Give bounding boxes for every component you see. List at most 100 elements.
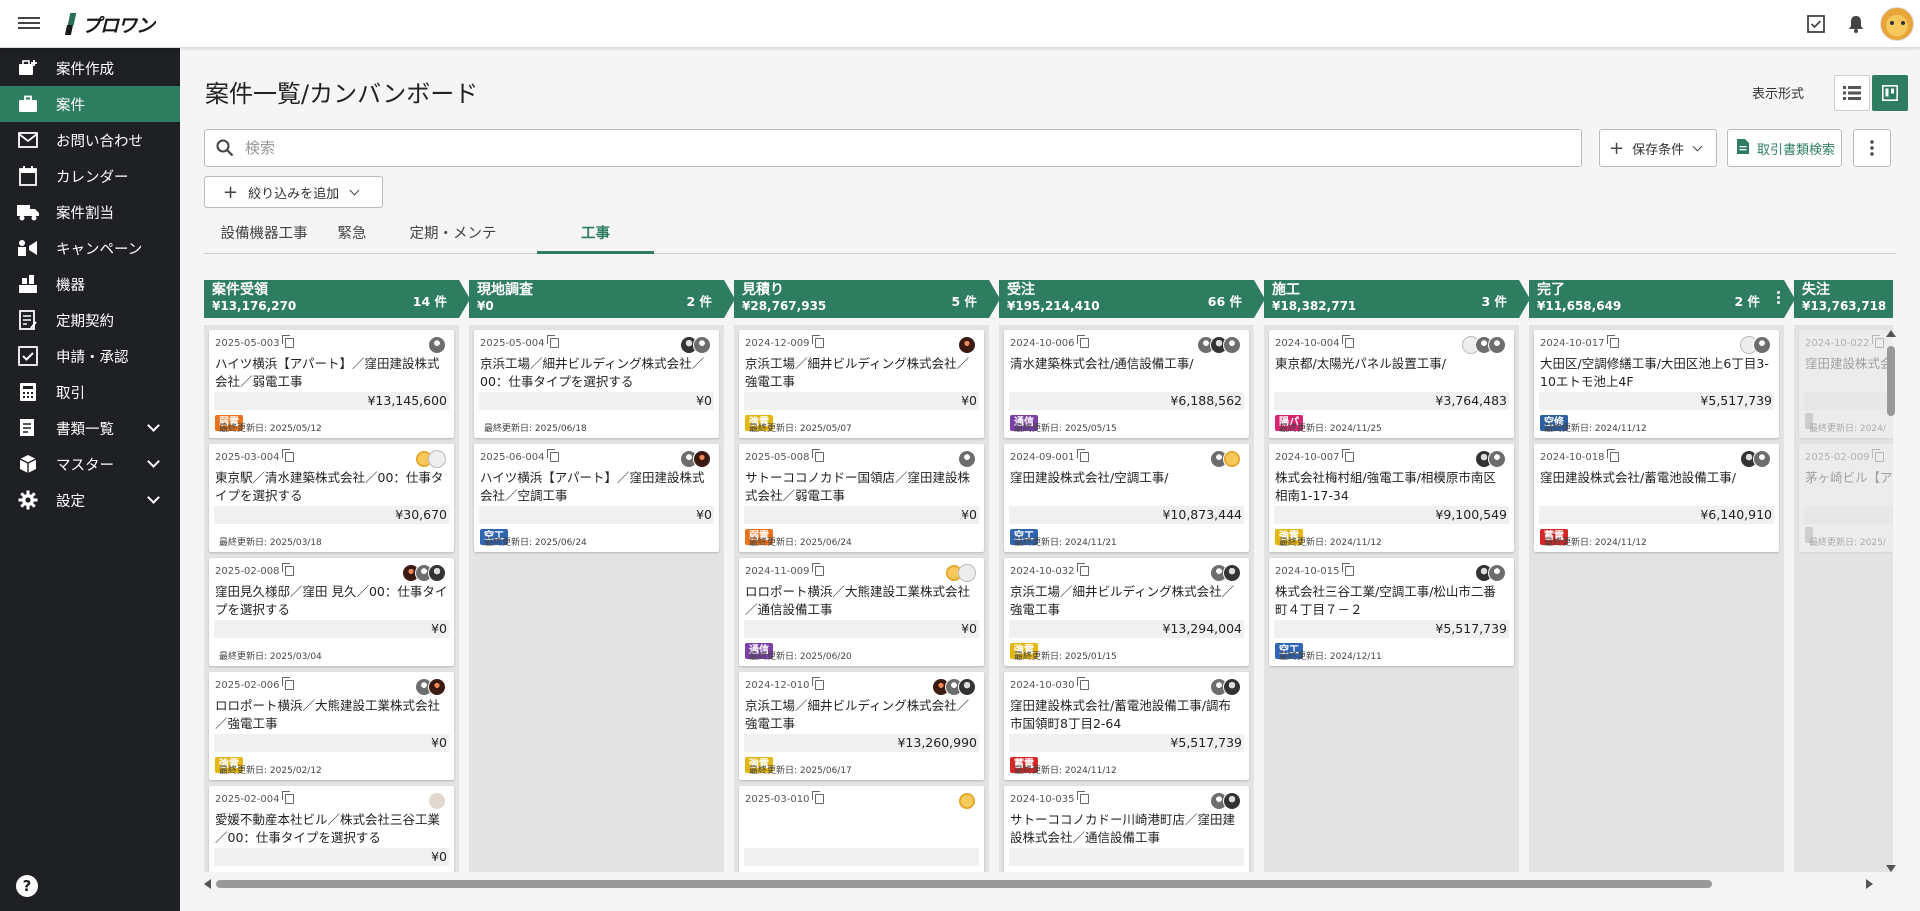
- card-amount: ¥13,294,004: [1009, 620, 1244, 638]
- add-filter-button[interactable]: + 絞り込みを追加: [204, 176, 383, 208]
- updated-prefix: 最終更新日:: [1014, 424, 1065, 434]
- copy-icon[interactable]: [1077, 677, 1090, 690]
- list-view-button[interactable]: [1834, 75, 1870, 111]
- column-menu-icon[interactable]: [1770, 290, 1786, 306]
- bell-icon[interactable]: [1836, 4, 1876, 44]
- tab-0[interactable]: 設備機器工事: [204, 222, 324, 254]
- sidebar-item-truck[interactable]: 案件割当: [0, 194, 180, 230]
- copy-icon[interactable]: [812, 563, 825, 576]
- help-icon[interactable]: ?: [16, 875, 38, 897]
- documents-icon: [16, 416, 40, 440]
- deal-card[interactable]: 2024-12-009 京浜工場／細井ビルディング株式会社／強電工事 ¥0 強電 最終更…: [739, 330, 984, 438]
- deal-card[interactable]: 2025-05-008 サトーココノカドー国領店／窪田建設株式会社／弱電工事 ¥0 弱…: [739, 444, 984, 552]
- deal-card[interactable]: 2025-05-003 ハイツ横浜【アパート】／窪田建設株式会社／弱電工事 ¥13,…: [209, 330, 454, 438]
- copy-icon[interactable]: [1077, 449, 1090, 462]
- copy-icon[interactable]: [1077, 791, 1090, 804]
- deal-card[interactable]: 2025-02-004 愛媛不動産本社ビル／株式会社三谷工業／00：仕事タイプを選…: [209, 786, 454, 872]
- deal-card[interactable]: 2024-10-007 株式会社梅村組/強電工事/相模原市南区相南1-17-34 ¥…: [1269, 444, 1514, 552]
- sidebar-item-cube[interactable]: マスター: [0, 446, 180, 482]
- mail-icon: [16, 128, 40, 152]
- deal-card[interactable]: 2025-06-004 ハイツ横浜【アパート】／窪田建設株式会社／空調工事 ¥0 空工…: [474, 444, 719, 552]
- copy-icon[interactable]: [1077, 563, 1090, 576]
- tab-2[interactable]: 定期・メンテ: [380, 222, 526, 254]
- sidebar-item-campaign[interactable]: キャンペーン: [0, 230, 180, 266]
- tab-1[interactable]: 緊急: [318, 222, 386, 254]
- more-options-button[interactable]: [1853, 129, 1891, 167]
- deal-card[interactable]: 2024-12-010 京浜工場／細井ビルディング株式会社／強電工事 ¥13,260…: [739, 672, 984, 780]
- deal-card[interactable]: 2024-10-006 清水建築株式会社/通信設備工事/¥6,188,562 通信最…: [1004, 330, 1249, 438]
- deal-card[interactable]: 2024-10-032 京浜工場／細井ビルディング株式会社／強電工事 ¥13,294…: [1004, 558, 1249, 666]
- deal-card[interactable]: 2025-05-004 京浜工場／細井ビルディング株式会社／00：仕事タイプを選択…: [474, 330, 719, 438]
- copy-icon[interactable]: [282, 791, 295, 804]
- deal-card[interactable]: 2024-10-017 大田区/空調修繕工事/大田区池上6丁目3-10エトモ池上4…: [1534, 330, 1779, 438]
- sidebar-item-approval[interactable]: 申請・承認: [0, 338, 180, 374]
- copy-icon[interactable]: [1077, 335, 1090, 348]
- copy-icon[interactable]: [1607, 449, 1620, 462]
- copy-icon[interactable]: [282, 563, 295, 576]
- checkbox-icon[interactable]: [1796, 4, 1836, 44]
- search-bar[interactable]: [204, 129, 1582, 167]
- vertical-scrollbar[interactable]: [1885, 330, 1897, 872]
- copy-icon[interactable]: [1342, 563, 1355, 576]
- deal-card[interactable]: 2024-10-030 窪田建設株式会社/蓄電池設備工事/調布市国領町8丁目2-6…: [1004, 672, 1249, 780]
- deal-card[interactable]: 2025-03-010: [739, 786, 984, 872]
- copy-icon[interactable]: [282, 335, 295, 348]
- deal-card[interactable]: 2024-10-004 東京都/太陽光パネル設置工事/¥3,764,483 陽パ 最終…: [1269, 330, 1514, 438]
- deal-card[interactable]: 2024-09-001 窪田建設株式会社/空調工事/¥10,873,444 空工 最終…: [1004, 444, 1249, 552]
- chevron-down-icon[interactable]: [147, 419, 160, 432]
- sidebar-item-briefcase[interactable]: 案件: [0, 86, 180, 122]
- card-amount: ¥0: [214, 848, 449, 866]
- copy-icon[interactable]: [812, 335, 825, 348]
- document-search-button[interactable]: 取引書類検索: [1727, 129, 1842, 167]
- deal-card[interactable]: 2024-10-022 窪田建設株式会社最終更新日: 2024/: [1799, 330, 1893, 438]
- copy-icon[interactable]: [812, 791, 825, 804]
- copy-icon[interactable]: [1872, 335, 1885, 348]
- sidebar-item-calculator[interactable]: 取引: [0, 374, 180, 410]
- column-count: 66 件: [1207, 294, 1242, 309]
- horizontal-scrollbar[interactable]: [204, 876, 1873, 890]
- deal-card[interactable]: 2025-03-004 東京駅／清水建築株式会社／00：仕事タイプを選択する ¥30…: [209, 444, 454, 552]
- copy-icon[interactable]: [1342, 335, 1355, 348]
- horizontal-scroll-thumb[interactable]: [216, 880, 1712, 888]
- sidebar-item-documents[interactable]: 書類一覧: [0, 410, 180, 446]
- copy-icon[interactable]: [1342, 449, 1355, 462]
- kanban-view-button[interactable]: [1872, 75, 1908, 111]
- deal-card[interactable]: 2025-02-006 ロロポート横浜／大熊建設工業株式会社／強電工事 ¥0 強電 最終…: [209, 672, 454, 780]
- column-amount: ¥0: [477, 299, 494, 313]
- copy-icon[interactable]: [1872, 449, 1885, 462]
- scroll-down-icon[interactable]: [1886, 865, 1896, 872]
- saved-conditions-button[interactable]: + 保存条件: [1599, 129, 1717, 167]
- copy-icon[interactable]: [282, 449, 295, 462]
- sidebar-item-case-add[interactable]: 案件作成: [0, 50, 180, 86]
- deal-card[interactable]: 2024-11-009 ロロポート横浜／大熊建設工業株式会社／通信設備工事 ¥0 通信…: [739, 558, 984, 666]
- hamburger-menu-icon[interactable]: [18, 14, 40, 32]
- search-input[interactable]: [245, 139, 1581, 157]
- tab-3[interactable]: 工事: [537, 222, 654, 254]
- sidebar-item-gear[interactable]: 設定: [0, 482, 180, 518]
- sidebar-item-contract[interactable]: 定期契約: [0, 302, 180, 338]
- copy-icon[interactable]: [812, 449, 825, 462]
- scroll-up-icon[interactable]: [1886, 330, 1896, 337]
- chevron-down-icon[interactable]: [147, 491, 160, 504]
- deal-card[interactable]: 2025-02-009 茅ヶ崎ビル【アパート】／株式会社三谷最終更新日: 2025…: [1799, 444, 1893, 552]
- user-avatar[interactable]: [1880, 7, 1914, 41]
- deal-card[interactable]: 2025-02-008 窪田見久様邸／窪田 見久／00：仕事タイプを選択する ¥0 最…: [209, 558, 454, 666]
- deal-card[interactable]: 2024-10-015 株式会社三谷工業/空調工事/松山市二番町４丁目７－２ ¥5,…: [1269, 558, 1514, 666]
- scroll-right-icon[interactable]: [1866, 879, 1873, 889]
- deal-card[interactable]: 2024-10-035 サトーココノカドー川崎港町店／窪田建設株式会社／通信設備工…: [1004, 786, 1249, 872]
- sidebar-item-device[interactable]: 機器: [0, 266, 180, 302]
- vertical-scroll-thumb[interactable]: [1887, 346, 1895, 416]
- sidebar-item-label: 取引: [56, 385, 85, 402]
- sidebar-item-calendar[interactable]: カレンダー: [0, 158, 180, 194]
- app-logo[interactable]: プロワン: [66, 10, 155, 38]
- copy-icon[interactable]: [547, 449, 560, 462]
- sidebar-item-label: マスター: [56, 457, 114, 474]
- deal-card[interactable]: 2024-10-018 窪田建設株式会社/蓄電池設備工事/¥6,140,910 蓄電…: [1534, 444, 1779, 552]
- copy-icon[interactable]: [1607, 335, 1620, 348]
- sidebar-item-mail[interactable]: お問い合わせ: [0, 122, 180, 158]
- scroll-left-icon[interactable]: [204, 879, 211, 889]
- copy-icon[interactable]: [547, 335, 560, 348]
- copy-icon[interactable]: [282, 677, 295, 690]
- chevron-down-icon[interactable]: [147, 455, 160, 468]
- copy-icon[interactable]: [812, 677, 825, 690]
